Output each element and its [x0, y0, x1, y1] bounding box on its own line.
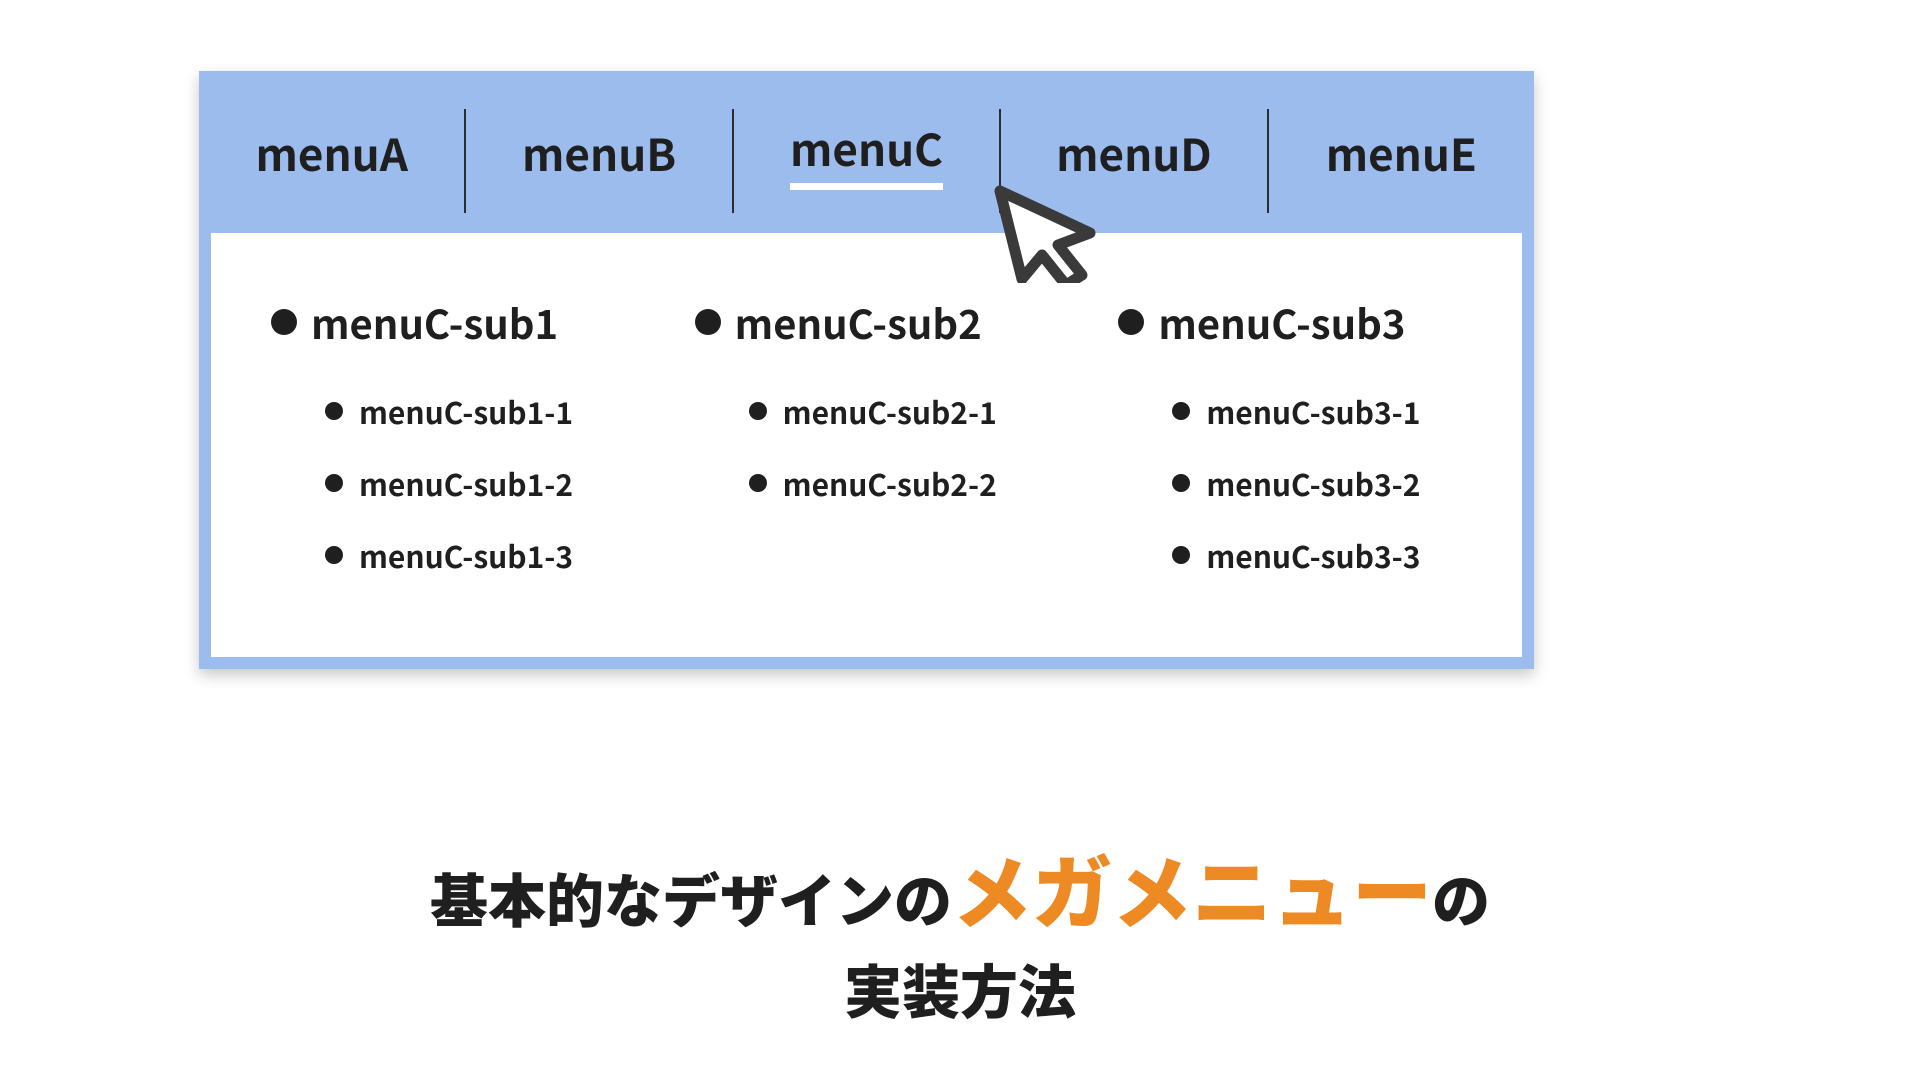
dropdown-sub-label: menuC-sub3-3 [1206, 533, 1420, 577]
dropdown-column-3: menuC-sub3 menuC-sub3-1 menuC-sub3-2 men… [1088, 293, 1492, 577]
dropdown-sub-item[interactable]: menuC-sub1-1 [325, 389, 645, 433]
nav-item-menuC[interactable]: menuC [734, 71, 999, 233]
nav-label: menuC [790, 115, 943, 190]
bullet-icon [325, 546, 343, 564]
nav-label: menuB [522, 120, 676, 184]
bullet-icon [1118, 309, 1144, 335]
caption: 基本的なデザインのメガメニューの 実装方法 [0, 830, 1920, 1030]
nav-item-menuD[interactable]: menuD [1001, 71, 1266, 233]
dropdown-column-title: menuC-sub2 [735, 293, 982, 351]
bullet-icon [325, 474, 343, 492]
dropdown-sub-item[interactable]: menuC-sub2-1 [749, 389, 1069, 433]
dropdown-sub-item[interactable]: menuC-sub1-2 [325, 461, 645, 505]
dropdown-column-2: menuC-sub2 menuC-sub2-1 menuC-sub2-2 [665, 293, 1069, 577]
caption-post2: 実装方法 [844, 946, 1076, 1030]
bullet-icon [1172, 546, 1190, 564]
nav-label: menuA [255, 120, 407, 184]
dropdown-sub-item[interactable]: menuC-sub3-1 [1172, 389, 1492, 433]
dropdown-sub-label: menuC-sub2-1 [783, 389, 997, 433]
dropdown-sub-item[interactable]: menuC-sub3-3 [1172, 533, 1492, 577]
dropdown-sub-item[interactable]: menuC-sub3-2 [1172, 461, 1492, 505]
nav-item-menuB[interactable]: menuB [466, 71, 731, 233]
caption-pre: 基本的なデザインの [430, 855, 952, 939]
caption-line-1: 基本的なデザインのメガメニューの [0, 830, 1920, 946]
caption-line-2: 実装方法 [0, 946, 1920, 1030]
nav-item-menuE[interactable]: menuE [1269, 71, 1534, 233]
nav-item-menuA[interactable]: menuA [199, 71, 464, 233]
bullet-icon [1172, 474, 1190, 492]
dropdown-sub-label: menuC-sub1-2 [359, 461, 573, 505]
nav-bar: menuA menuB menuC menuD menuE [199, 71, 1534, 233]
bullet-icon [271, 309, 297, 335]
dropdown-sub-label: menuC-sub3-1 [1206, 389, 1420, 433]
bullet-icon [749, 402, 767, 420]
dropdown-column-title: menuC-sub1 [311, 293, 558, 351]
dropdown-sub-label: menuC-sub3-2 [1206, 461, 1420, 505]
diagram-root: menuA menuB menuC menuD menuE [0, 0, 1920, 1080]
mega-menu-dropdown: menuC-sub1 menuC-sub1-1 menuC-sub1-2 men… [211, 233, 1522, 657]
dropdown-column-heading[interactable]: menuC-sub3 [1118, 293, 1492, 351]
bullet-icon [749, 474, 767, 492]
dropdown-sub-list: menuC-sub2-1 menuC-sub2-2 [695, 389, 1069, 505]
caption-emphasis: メガメニュー [952, 830, 1432, 946]
dropdown-sub-label: menuC-sub1-1 [359, 389, 573, 433]
dropdown-sub-list: menuC-sub1-1 menuC-sub1-2 menuC-sub1-3 [271, 389, 645, 577]
dropdown-column-heading[interactable]: menuC-sub2 [695, 293, 1069, 351]
dropdown-column-title: menuC-sub3 [1158, 293, 1405, 351]
nav-label: menuE [1326, 120, 1477, 184]
nav-label: menuD [1056, 120, 1212, 184]
dropdown-column-1: menuC-sub1 menuC-sub1-1 menuC-sub1-2 men… [241, 293, 645, 577]
dropdown-sub-label: menuC-sub1-3 [359, 533, 573, 577]
dropdown-sub-list: menuC-sub3-1 menuC-sub3-2 menuC-sub3-3 [1118, 389, 1492, 577]
bullet-icon [695, 309, 721, 335]
dropdown-sub-item[interactable]: menuC-sub2-2 [749, 461, 1069, 505]
caption-post1: の [1432, 855, 1490, 939]
bullet-icon [1172, 402, 1190, 420]
mega-menu-container: menuA menuB menuC menuD menuE [199, 71, 1534, 669]
dropdown-sub-item[interactable]: menuC-sub1-3 [325, 533, 645, 577]
dropdown-sub-label: menuC-sub2-2 [783, 461, 997, 505]
bullet-icon [325, 402, 343, 420]
dropdown-column-heading[interactable]: menuC-sub1 [271, 293, 645, 351]
